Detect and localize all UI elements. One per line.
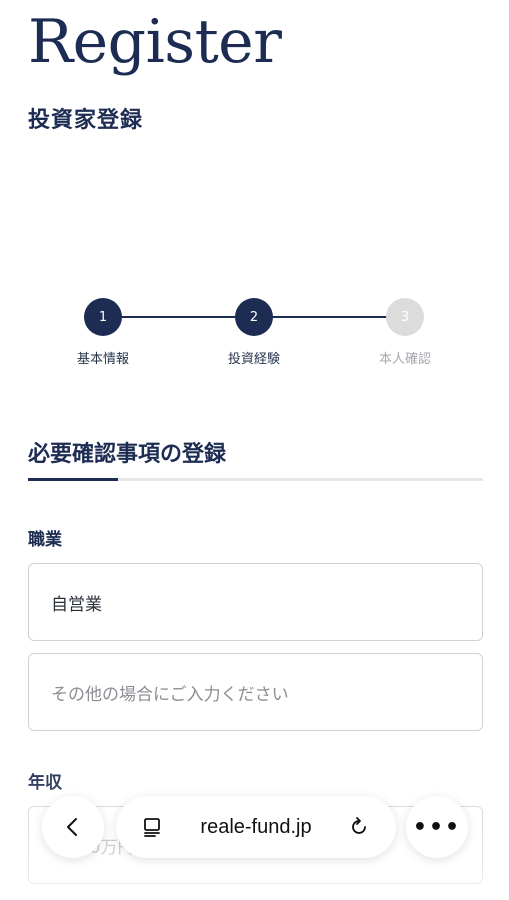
stepper-connector xyxy=(254,316,405,318)
progress-stepper: 1 2 3 基本情報 投資経験 本人確認 xyxy=(0,296,509,376)
section-divider-accent xyxy=(28,478,118,481)
occupation-select[interactable]: 自営業 xyxy=(28,563,483,641)
step-2-circle: 2 xyxy=(235,298,273,336)
page-subtitle: 投資家登録 xyxy=(28,108,144,133)
page-hero-title: Register xyxy=(28,7,282,77)
step-3-label: 本人確認 xyxy=(378,352,431,367)
step-2-label: 投資経験 xyxy=(227,352,280,367)
occupation-label: 職業 xyxy=(28,530,62,550)
occupation-value: 自営業 xyxy=(51,594,102,615)
more-icon: ••• xyxy=(412,814,462,840)
browser-back-button[interactable] xyxy=(42,796,104,858)
step-3-circle: 3 xyxy=(386,298,424,336)
step-1-label: 基本情報 xyxy=(76,352,129,367)
section-title: 必要確認事項の登録 xyxy=(28,442,227,467)
reload-icon[interactable] xyxy=(348,816,370,838)
browser-url[interactable]: reale-fund.jp xyxy=(200,816,311,839)
stepper-connector xyxy=(103,316,254,318)
income-label: 年収 xyxy=(28,773,62,793)
chevron-left-icon xyxy=(67,818,77,836)
occupation-other-placeholder: その他の場合にご入力ください xyxy=(51,684,289,705)
browser-more-button[interactable]: ••• xyxy=(406,796,468,858)
occupation-other-input[interactable]: その他の場合にご入力ください xyxy=(28,653,483,731)
tabs-icon[interactable] xyxy=(142,816,164,838)
browser-address-bar[interactable]: reale-fund.jp xyxy=(116,796,396,858)
step-1-circle: 1 xyxy=(84,298,122,336)
